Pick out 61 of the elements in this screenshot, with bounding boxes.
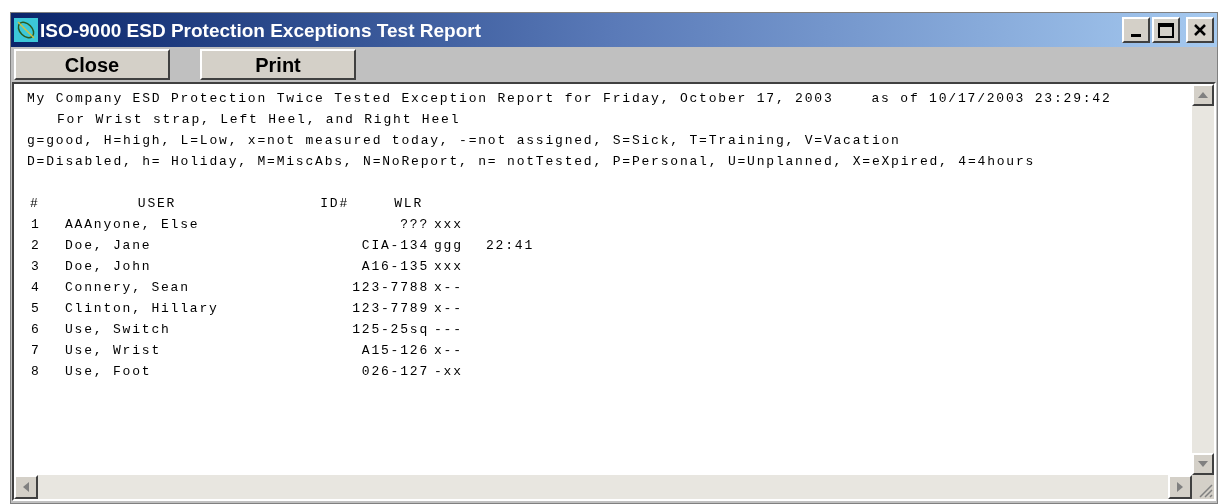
legend-text: D=Disabled, h= Holiday, M=MiscAbs, N=NoReport, n= notTested, P=Personal, U=Unplanned, X=eXpired, 4=4hours — [27, 154, 1036, 169]
vertical-scrollbar[interactable] — [1192, 84, 1214, 475]
app-icon — [14, 18, 38, 42]
id-cell-text: 123-7788 — [351, 279, 429, 297]
id-cell-text: CIA-134 — [360, 237, 429, 255]
user-cell-text: Doe, Jane — [65, 237, 153, 255]
id-cell-text: 125-25sq — [351, 321, 429, 339]
scroll-right-button[interactable] — [1168, 475, 1192, 499]
user-cell-text: Clinton, Hillary — [65, 300, 220, 318]
scroll-down-button[interactable] — [1192, 453, 1214, 475]
id-cell-text: ??? — [399, 216, 429, 234]
down-arrow-icon — [1198, 461, 1208, 467]
right-arrow-icon — [1177, 482, 1183, 492]
column-header: WLR — [393, 195, 423, 213]
window-title: ISO-9000 ESD Protection Exceptions Test Report — [40, 20, 481, 40]
column-header: ID# — [319, 195, 349, 213]
row-number: 6 — [30, 321, 42, 339]
close-report-button[interactable]: Close — [14, 49, 170, 80]
column-header: USER — [136, 195, 178, 213]
horizontal-scrollbar[interactable] — [14, 475, 1192, 499]
row-number: 4 — [30, 279, 42, 297]
column-header: # — [29, 195, 41, 213]
wlr-cell-text: x-- — [434, 342, 464, 360]
time-cell-text: 22:41 — [486, 237, 534, 255]
wlr-cell-text: --- — [434, 321, 464, 339]
row-number: 8 — [30, 363, 42, 381]
close-icon — [1193, 23, 1207, 37]
row-number: 7 — [30, 342, 42, 360]
wlr-cell-text: x-- — [434, 300, 464, 318]
wlr-cell-text: x-- — [434, 279, 464, 297]
user-cell-text: Doe, John — [65, 258, 153, 276]
wlr-cell-text: ggg — [434, 237, 464, 255]
report-subtitle: For Wrist strap, Left Heel, and Right Heel — [57, 112, 461, 127]
row-number: 2 — [30, 237, 42, 255]
wlr-cell-text: xxx — [434, 216, 464, 234]
row-number: 3 — [30, 258, 42, 276]
id-cell-text: 123-7789 — [351, 300, 429, 318]
user-cell-text: AAAnyone, Else — [65, 216, 201, 234]
row-number: 5 — [30, 300, 42, 318]
scroll-left-button[interactable] — [14, 475, 38, 499]
minimize-button[interactable] — [1122, 17, 1150, 43]
left-arrow-icon — [23, 482, 29, 492]
legend-text: g=good, H=high, L=Low, x=not measured today, -=not assigned, S=Sick, T=Training, V=Vacation — [27, 133, 901, 148]
wlr-cell-text: xxx — [434, 258, 464, 276]
user-cell-text: Use, Wrist — [65, 342, 162, 360]
up-arrow-icon — [1198, 92, 1208, 98]
resize-grip-icon[interactable] — [1192, 475, 1214, 499]
maximize-button[interactable] — [1152, 17, 1180, 43]
report-timestamp: as of 10/17/2003 23:29:42 — [871, 90, 1112, 108]
user-cell-text: Connery, Sean — [65, 279, 191, 297]
user-cell-text: Use, Foot — [65, 363, 153, 381]
id-cell-text: A15-126 — [360, 342, 429, 360]
scroll-up-button[interactable] — [1192, 84, 1214, 106]
user-cell-text: Use, Switch — [65, 321, 172, 339]
close-button[interactable] — [1186, 17, 1214, 43]
id-cell-text: A16-135 — [360, 258, 429, 276]
print-button[interactable]: Print — [200, 49, 356, 80]
report-title: My Company ESD Protection Twice Tested Exception Report for Friday, October 17, 2003 — [27, 90, 834, 108]
row-number: 1 — [30, 216, 42, 234]
id-cell-text: 026-127 — [360, 363, 429, 381]
wlr-cell-text: -xx — [434, 363, 464, 381]
